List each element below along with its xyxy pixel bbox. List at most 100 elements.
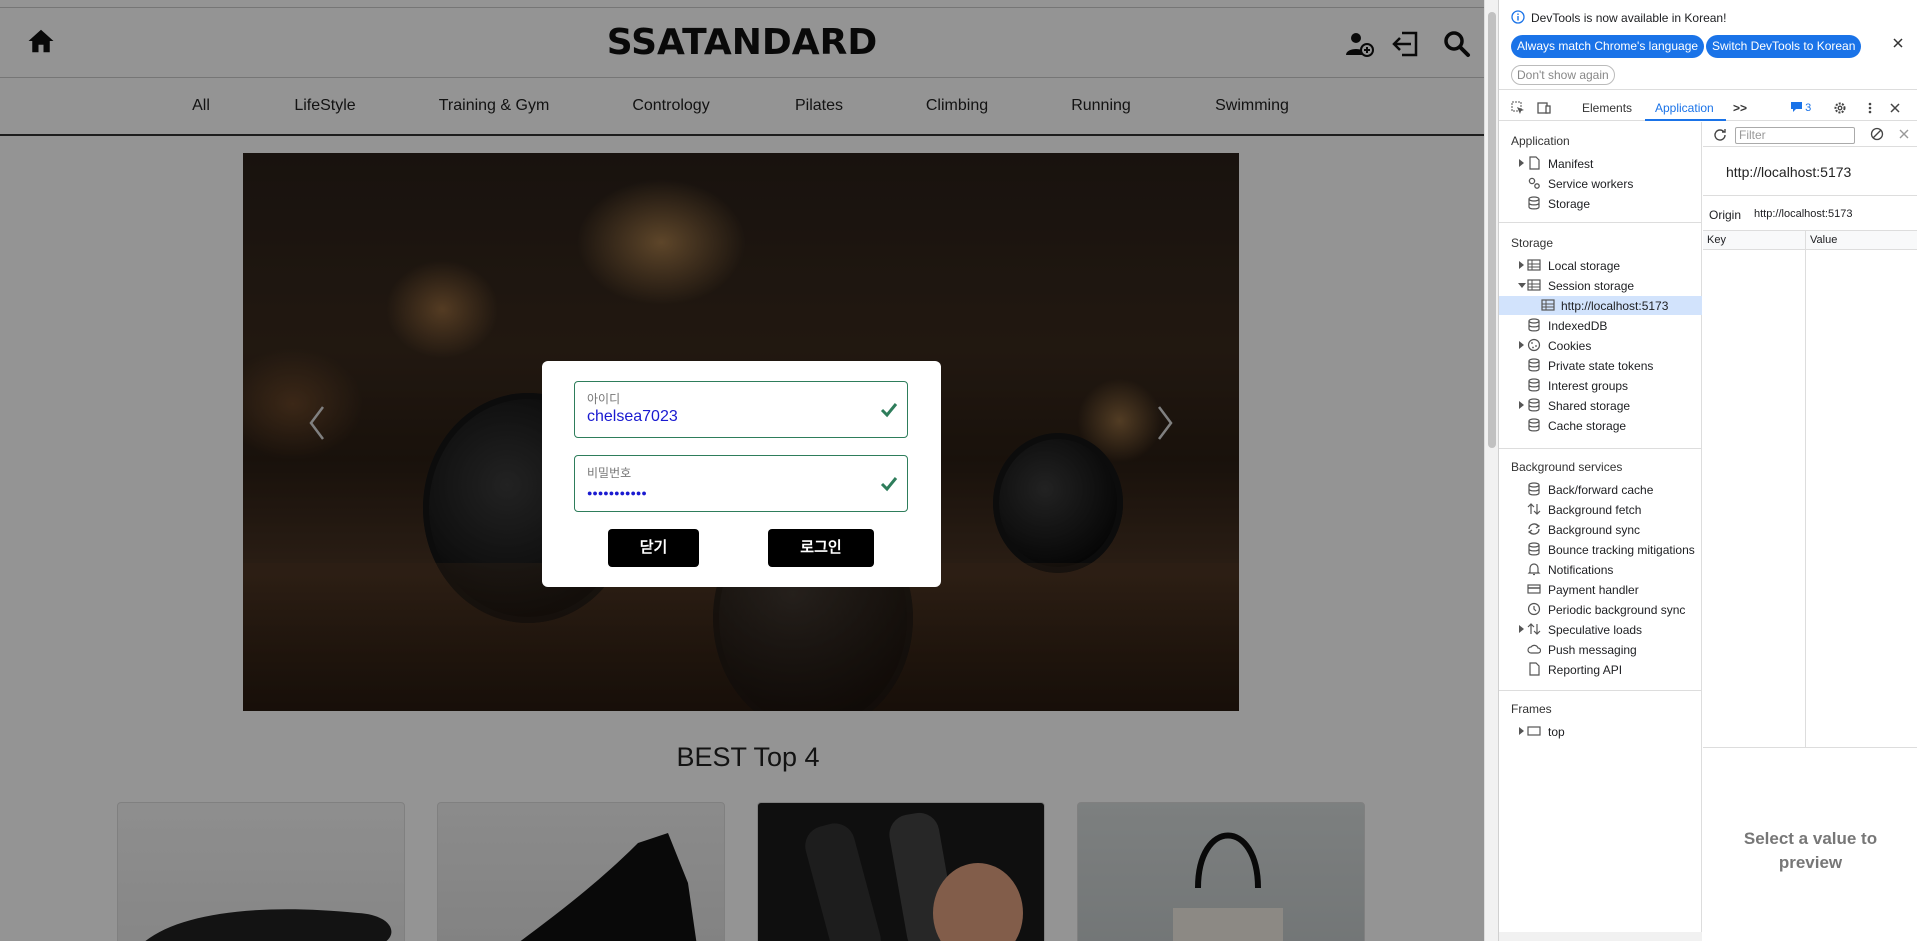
- issues-badge[interactable]: 3: [1791, 102, 1811, 114]
- sidebar-item-label: Payment handler: [1548, 583, 1639, 597]
- origin-label: Origin: [1709, 208, 1742, 222]
- key-value-grid[interactable]: Key Value: [1703, 231, 1917, 748]
- value-preview-placeholder: Select a value to preview: [1703, 827, 1917, 875]
- message-icon: [1791, 102, 1802, 112]
- sidebar-item-indexeddb[interactable]: IndexedDB: [1499, 316, 1702, 335]
- filter-input[interactable]: Filter: [1735, 127, 1855, 144]
- cookie-icon: [1527, 338, 1541, 352]
- storage-toolbar: Filter: [1703, 122, 1917, 147]
- sidebar-item-label: Session storage: [1548, 279, 1635, 293]
- sidebar-item-push-messaging[interactable]: Push messaging: [1499, 640, 1702, 659]
- delete-selected-icon[interactable]: [1897, 127, 1911, 141]
- credit-card-icon: [1527, 584, 1541, 594]
- device-toolbar-icon[interactable]: [1537, 101, 1551, 115]
- expand-arrow-icon[interactable]: [1519, 401, 1524, 409]
- login-modal: 아이디 chelsea7023 비밀번호 ●●●●●●●●●●● 닫기 로그인: [542, 361, 941, 587]
- sidebar-item-service-workers[interactable]: Service workers: [1499, 174, 1702, 193]
- dont-show-again-button[interactable]: Don't show again: [1511, 65, 1615, 85]
- id-field[interactable]: 아이디 chelsea7023: [574, 381, 908, 438]
- issues-count: 3: [1805, 102, 1812, 114]
- storage-origin-title: http://localhost:5173: [1726, 164, 1852, 180]
- sidebar-item-label: Background sync: [1548, 523, 1641, 537]
- more-options-icon[interactable]: [1863, 101, 1877, 115]
- inspect-element-icon[interactable]: [1511, 101, 1525, 115]
- sidebar-item-background-sync[interactable]: Background sync: [1499, 520, 1702, 539]
- expand-arrow-icon[interactable]: [1519, 727, 1524, 735]
- expand-arrow-icon[interactable]: [1519, 625, 1524, 633]
- tab-elements[interactable]: Elements: [1582, 101, 1632, 115]
- expand-arrow-icon[interactable]: [1519, 159, 1524, 167]
- sidebar-item-label: Reporting API: [1548, 663, 1623, 677]
- sidebar-item-label: Periodic background sync: [1548, 603, 1686, 617]
- sidebar-item-shared-storage[interactable]: Shared storage: [1499, 396, 1702, 415]
- database-icon: [1528, 378, 1540, 392]
- collapse-arrow-icon[interactable]: [1518, 283, 1526, 288]
- up-down-arrows-icon: [1527, 623, 1541, 635]
- sidebar-item-bfcache[interactable]: Back/forward cache: [1499, 480, 1702, 499]
- tab-application[interactable]: Application: [1655, 101, 1714, 115]
- divider: [1499, 448, 1702, 449]
- sidebar-item-cookies[interactable]: Cookies: [1499, 336, 1702, 355]
- sidebar-item-interest-groups[interactable]: Interest groups: [1499, 376, 1702, 395]
- sidebar-item-label: Back/forward cache: [1548, 483, 1654, 497]
- expand-arrow-icon[interactable]: [1519, 261, 1524, 269]
- sidebar-item-manifest[interactable]: Manifest: [1499, 154, 1702, 173]
- column-divider[interactable]: [1805, 231, 1806, 748]
- website-viewport: SSATANDARD All LifeStyle Training & Gym …: [0, 0, 1484, 941]
- sidebar-item-label: Push messaging: [1548, 643, 1637, 657]
- close-button[interactable]: 닫기: [608, 529, 699, 567]
- expand-arrow-icon[interactable]: [1519, 341, 1524, 349]
- sidebar-item-label: Local storage: [1548, 259, 1621, 273]
- close-icon[interactable]: [1891, 36, 1905, 50]
- devtools-panel: DevTools is now available in Korean! Alw…: [1498, 0, 1917, 941]
- section-storage: Storage: [1511, 236, 1554, 250]
- sidebar-item-local-storage[interactable]: Local storage: [1499, 256, 1702, 275]
- column-value[interactable]: Value: [1810, 234, 1837, 246]
- sidebar-item-bounce-tracking[interactable]: Bounce tracking mitigations: [1499, 540, 1702, 559]
- sidebar-item-label: Storage: [1548, 197, 1591, 211]
- switch-language-button[interactable]: Switch DevTools to Korean: [1706, 35, 1862, 58]
- id-value[interactable]: chelsea7023: [587, 408, 678, 426]
- sidebar-horizontal-scrollbar[interactable]: [1499, 932, 1702, 941]
- sidebar-item-periodic-sync[interactable]: Periodic background sync: [1499, 600, 1702, 619]
- database-icon: [1528, 542, 1540, 556]
- password-field[interactable]: 비밀번호 ●●●●●●●●●●●: [574, 455, 908, 512]
- login-button[interactable]: 로그인: [768, 529, 874, 567]
- always-match-button[interactable]: Always match Chrome's language: [1511, 35, 1705, 58]
- gears-icon: [1528, 177, 1540, 189]
- sidebar-item-frame-top[interactable]: top: [1499, 722, 1702, 741]
- page-scrollbar-thumb[interactable]: [1488, 12, 1496, 448]
- sidebar-item-session-storage[interactable]: Session storage: [1499, 276, 1702, 295]
- sidebar-item-label: Cookies: [1548, 339, 1592, 353]
- sidebar-item-notifications[interactable]: Notifications: [1499, 560, 1702, 579]
- password-value[interactable]: ●●●●●●●●●●●: [587, 488, 647, 498]
- settings-gear-icon[interactable]: [1833, 101, 1847, 115]
- sync-icon: [1527, 523, 1541, 535]
- sidebar-item-speculative-loads[interactable]: Speculative loads: [1499, 620, 1702, 639]
- column-key[interactable]: Key: [1707, 234, 1726, 246]
- clock-icon: [1527, 602, 1541, 616]
- section-application: Application: [1511, 134, 1570, 148]
- clear-all-icon[interactable]: [1870, 127, 1884, 141]
- sidebar-item-session-localhost[interactable]: http://localhost:5173: [1499, 296, 1702, 315]
- divider: [1499, 222, 1702, 223]
- sidebar-item-reporting-api[interactable]: Reporting API: [1499, 660, 1702, 679]
- close-devtools-icon[interactable]: [1888, 101, 1902, 115]
- table-icon: [1527, 259, 1541, 271]
- more-tabs-icon[interactable]: >>: [1733, 101, 1747, 115]
- preview-line-1: Select a value to: [1743, 829, 1878, 848]
- sidebar-item-background-fetch[interactable]: Background fetch: [1499, 500, 1702, 519]
- sidebar-item-payment-handler[interactable]: Payment handler: [1499, 580, 1702, 599]
- refresh-icon[interactable]: [1713, 127, 1727, 141]
- document-icon: [1529, 662, 1540, 676]
- infobar-message: DevTools is now available in Korean!: [1531, 11, 1727, 25]
- sidebar-item-storage[interactable]: Storage: [1499, 194, 1702, 213]
- up-down-arrows-icon: [1527, 503, 1541, 515]
- sidebar-item-label: Service workers: [1548, 177, 1634, 191]
- page-scrollbar[interactable]: [1484, 0, 1498, 941]
- sidebar-item-cache-storage[interactable]: Cache storage: [1499, 416, 1702, 435]
- sidebar-item-private-state-tokens[interactable]: Private state tokens: [1499, 356, 1702, 375]
- divider: [1499, 690, 1702, 691]
- active-tab-indicator: [1645, 119, 1726, 121]
- storage-viewer: Filter http://localhost:5173 Origin http…: [1703, 122, 1917, 941]
